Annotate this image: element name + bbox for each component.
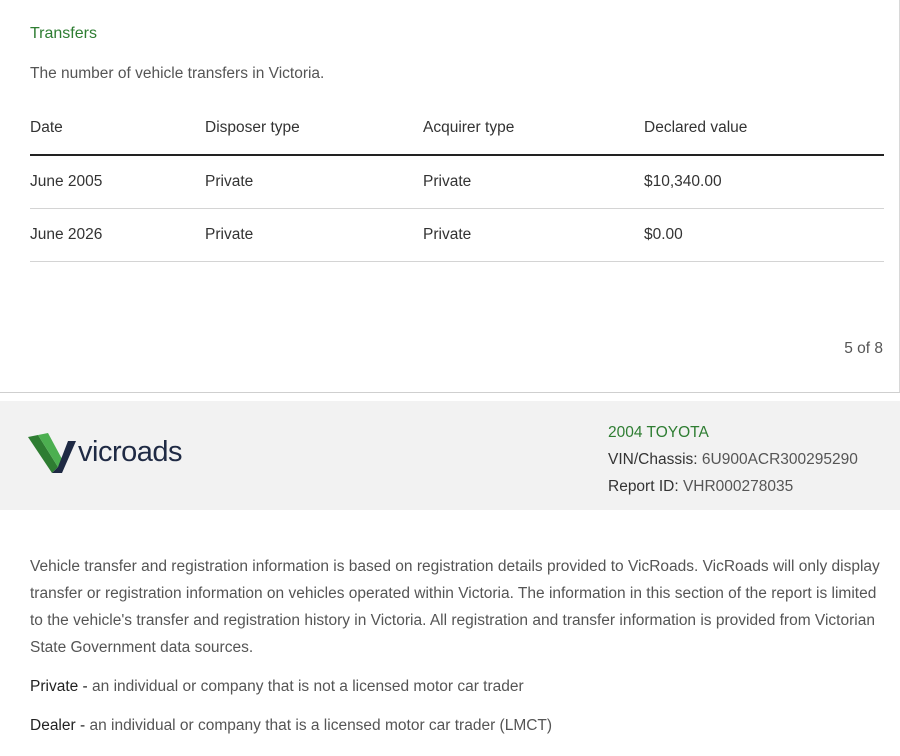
column-header-disposer-type: Disposer type xyxy=(205,102,423,156)
vicroads-logo: vicroads xyxy=(28,431,183,473)
definition-dealer: Dealer - an individual or company that i… xyxy=(30,717,552,735)
vehicle-model: 2004 TOYOTA xyxy=(608,424,709,441)
report-id-line: Report ID: VHR000278035 xyxy=(608,473,858,500)
column-header-declared-value: Declared value xyxy=(644,102,884,156)
cell-acquirer-type: Private xyxy=(423,155,644,209)
logo-text: vicroads xyxy=(78,435,183,468)
vicroads-logo-icon xyxy=(28,433,76,473)
vehicle-info: 2004 TOYOTA VIN/Chassis: 6U900ACR3002952… xyxy=(608,419,858,500)
definition-private: Private - an individual or company that … xyxy=(30,678,524,696)
table-row: June 2026 Private Private $0.00 xyxy=(30,208,884,262)
column-header-date: Date xyxy=(30,102,205,156)
table-row: June 2005 Private Private $10,340.00 xyxy=(30,155,884,209)
cell-declared-value: $10,340.00 xyxy=(644,155,884,209)
info-paragraph: Vehicle transfer and registration inform… xyxy=(30,558,880,656)
cell-disposer-type: Private xyxy=(205,208,423,262)
definition-text-private: an individual or company that is not a l… xyxy=(92,678,524,695)
definition-term-private: Private - xyxy=(30,678,88,695)
section-description: The number of vehicle transfers in Victo… xyxy=(30,65,325,82)
page-number: 5 of 8 xyxy=(844,340,883,357)
vin-label: VIN/Chassis: xyxy=(608,451,698,468)
section-title: Transfers xyxy=(30,25,97,42)
cell-date: June 2026 xyxy=(30,208,205,262)
vin-value: 6U900ACR300295290 xyxy=(701,451,858,468)
definition-text-dealer: an individual or company that is a licen… xyxy=(89,717,553,734)
report-header: vicroads 2004 TOYOTA VIN/Chassis: 6U900A… xyxy=(0,401,900,510)
table-header-row: Date Disposer type Acquirer type Declare… xyxy=(30,102,884,156)
cell-declared-value: $0.00 xyxy=(644,208,884,262)
cell-acquirer-type: Private xyxy=(423,208,644,262)
transfers-table: Date Disposer type Acquirer type Declare… xyxy=(30,102,884,262)
vin-line: VIN/Chassis: 6U900ACR300295290 xyxy=(608,446,858,473)
definition-term-dealer: Dealer - xyxy=(30,717,86,734)
column-header-acquirer-type: Acquirer type xyxy=(423,102,644,156)
report-id-value: VHR000278035 xyxy=(682,478,794,495)
cell-disposer-type: Private xyxy=(205,155,423,209)
page-divider xyxy=(0,392,900,393)
report-id-label: Report ID: xyxy=(608,478,679,495)
cell-date: June 2005 xyxy=(30,155,205,209)
